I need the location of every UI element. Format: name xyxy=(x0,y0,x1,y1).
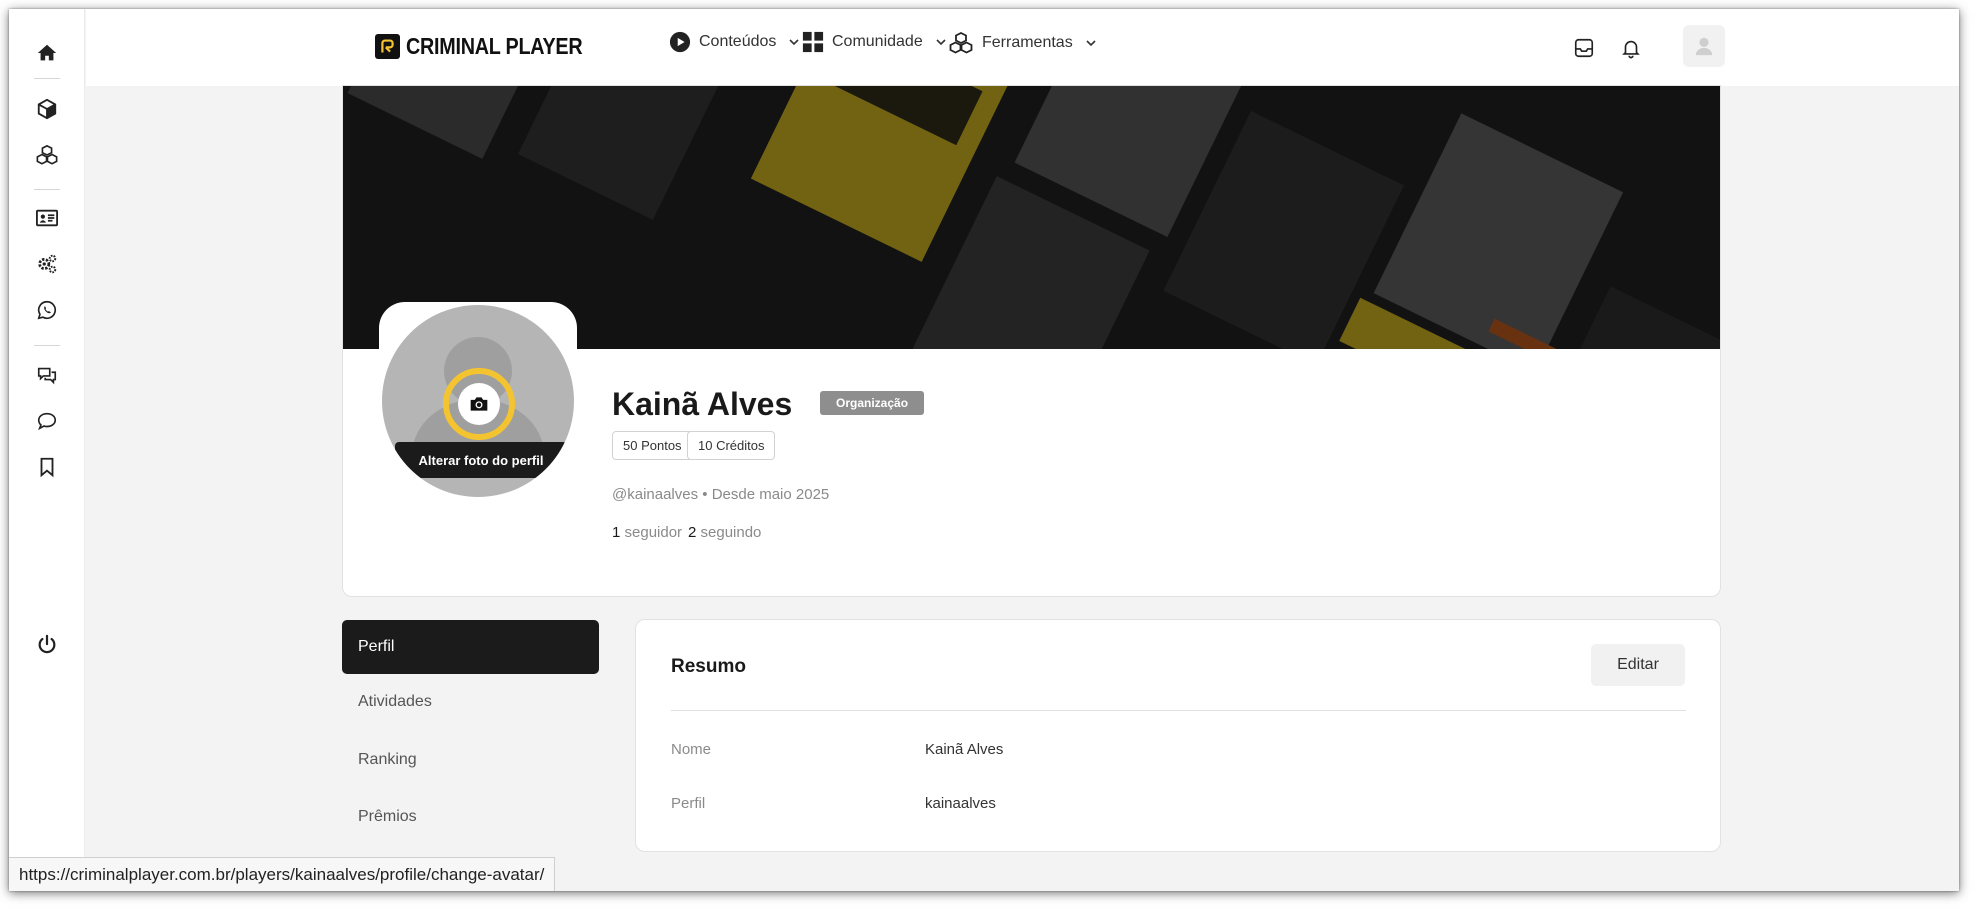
tab-perfil[interactable]: Perfil xyxy=(342,620,599,674)
profile-name: Kainã Alves xyxy=(612,386,793,422)
chevron-down-icon xyxy=(936,39,946,46)
bell-icon[interactable] xyxy=(1618,35,1644,61)
bookmark-icon[interactable] xyxy=(9,447,85,487)
following-label: seguindo xyxy=(700,524,762,541)
grid-icon xyxy=(802,31,824,53)
credits-chip[interactable]: 10 Créditos xyxy=(687,431,776,460)
tab-ranking[interactable]: Ranking xyxy=(342,733,599,787)
brand-logo-mark xyxy=(375,34,400,59)
status-bar-url: https://criminalplayer.com.br/players/ka… xyxy=(9,857,556,891)
power-icon[interactable] xyxy=(9,625,85,665)
nav-comunidade-label: Comunidade xyxy=(832,33,923,50)
inbox-icon[interactable] xyxy=(1571,35,1597,61)
tab-premios[interactable]: Prêmios xyxy=(342,790,599,844)
sidebar-divider xyxy=(34,345,60,346)
nav-ferramentas[interactable]: Ferramentas xyxy=(948,31,1097,55)
summary-divider xyxy=(671,710,1686,711)
points-chip[interactable]: 50 Pontos xyxy=(612,431,693,460)
nav-comunidade[interactable]: Comunidade xyxy=(802,31,947,53)
id-card-icon[interactable] xyxy=(9,198,85,238)
edit-button[interactable]: Editar xyxy=(1591,644,1685,686)
sidebar-divider xyxy=(34,78,60,79)
chevron-down-icon xyxy=(1086,40,1096,47)
tab-atividades[interactable]: Atividades xyxy=(342,675,599,729)
nav-conteudos[interactable]: Conteúdos xyxy=(669,31,800,53)
left-sidebar xyxy=(9,9,85,891)
following-count: 2 xyxy=(688,524,697,541)
profile-meta: @kainaalves • Desde maio 2025 xyxy=(612,486,830,503)
gears-icon[interactable] xyxy=(9,244,85,284)
followers-label: seguidor xyxy=(624,524,683,541)
camera-icon xyxy=(458,383,500,425)
sidebar-divider xyxy=(34,189,60,190)
avatar-placeholder: Alterar foto do perfil xyxy=(382,305,574,497)
nav-conteudos-label: Conteúdos xyxy=(699,33,777,50)
followers-link[interactable]: 1 seguidor xyxy=(612,524,682,541)
followers-count: 1 xyxy=(612,524,621,541)
cubes-icon xyxy=(949,31,973,54)
organization-badge: Organização xyxy=(820,391,925,415)
summary-title: Resumo xyxy=(671,656,746,677)
profile-card: Alterar foto do perfil Kainã Alves Organ… xyxy=(342,85,1721,597)
name-label: Nome xyxy=(671,741,712,758)
username-value: kainaalves xyxy=(925,795,996,812)
brand-logo[interactable]: CRIMINAL PLAYER xyxy=(375,33,611,60)
cubes-icon[interactable] xyxy=(9,135,85,175)
whatsapp-icon[interactable] xyxy=(9,290,85,330)
nav-ferramentas-label: Ferramentas xyxy=(982,34,1073,51)
comments-icon[interactable] xyxy=(9,355,85,395)
box-icon[interactable] xyxy=(9,89,85,129)
following-link[interactable]: 2 seguindo xyxy=(688,524,761,541)
name-value: Kainã Alves xyxy=(925,741,1004,758)
change-avatar-button[interactable] xyxy=(443,368,515,440)
play-circle-icon xyxy=(669,31,691,53)
avatar-tooltip: Alterar foto do perfil xyxy=(395,442,567,478)
top-navbar: CRIMINAL PLAYER Conteúdos Comunidade Fer… xyxy=(86,9,1959,86)
user-avatar-icon[interactable] xyxy=(1683,25,1725,67)
username-label: Perfil xyxy=(671,795,706,812)
brand-name: CRIMINAL PLAYER xyxy=(406,33,583,59)
profile-avatar[interactable]: Alterar foto do perfil xyxy=(379,302,577,500)
home-icon[interactable] xyxy=(9,33,85,73)
comment-icon[interactable] xyxy=(9,401,85,441)
browser-viewport: CRIMINAL PLAYER Conteúdos Comunidade Fer… xyxy=(9,9,1959,891)
summary-card: Resumo Editar Nome Kainã Alves Perfil ka… xyxy=(635,619,1721,852)
chevron-down-icon xyxy=(789,39,799,46)
